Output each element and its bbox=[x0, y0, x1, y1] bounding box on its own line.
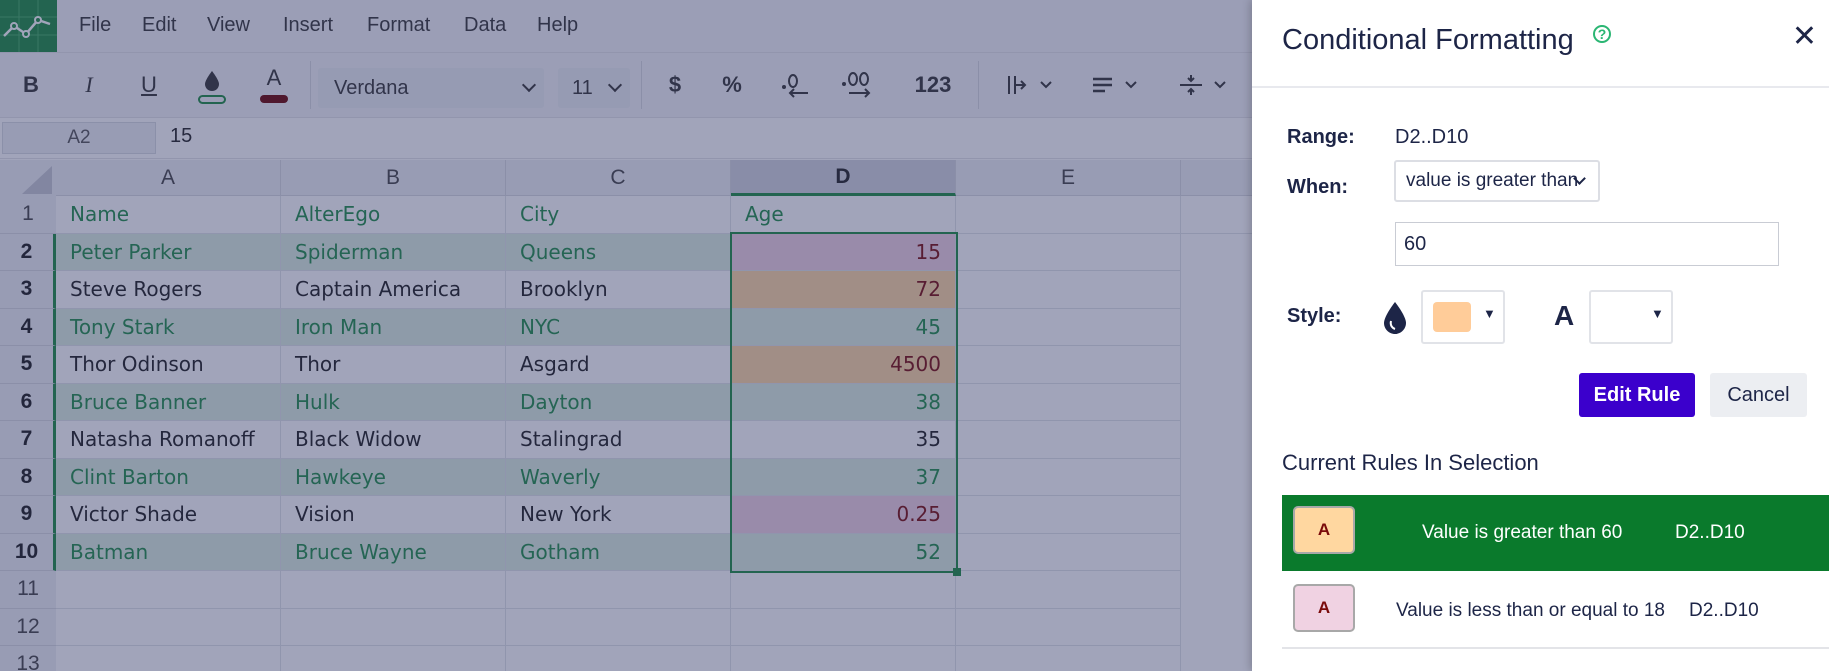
fill-color-picker[interactable]: ▼ bbox=[1421, 290, 1505, 344]
conditional-formatting-panel: Conditional Formatting ? ✕ Range: D2..D1… bbox=[1252, 0, 1829, 671]
current-rules-heading: Current Rules In Selection bbox=[1282, 450, 1539, 475]
fill-color-icon bbox=[1384, 302, 1406, 334]
condition-select-value: value is greater than bbox=[1406, 170, 1579, 191]
rule-range: D2..D10 bbox=[1675, 522, 1745, 543]
caret-down-icon: ▼ bbox=[1483, 306, 1496, 321]
text-color-swatch bbox=[1601, 302, 1639, 332]
close-icon[interactable]: ✕ bbox=[1792, 22, 1817, 52]
edit-rule-button[interactable]: Edit Rule bbox=[1579, 373, 1695, 417]
text-color-icon: A bbox=[1554, 300, 1575, 331]
panel-title: Conditional Formatting bbox=[1282, 24, 1574, 56]
rule-item-less-equal[interactable]: A Value is less than or equal to 18 D2..… bbox=[1282, 573, 1829, 649]
modal-backdrop[interactable] bbox=[0, 0, 1252, 671]
help-icon[interactable]: ? bbox=[1593, 25, 1611, 43]
range-label: Range: bbox=[1287, 126, 1355, 148]
fill-color-swatch bbox=[1433, 302, 1471, 332]
condition-value-input[interactable] bbox=[1395, 222, 1779, 266]
text-color-picker[interactable]: ▼ bbox=[1589, 290, 1673, 344]
rule-description: Value is less than or equal to 18 bbox=[1396, 600, 1665, 621]
caret-down-icon: ▼ bbox=[1651, 306, 1664, 321]
spreadsheet-app: File Edit View Insert Format Data Help B… bbox=[0, 0, 1252, 671]
style-label: Style: bbox=[1287, 305, 1342, 327]
rule-description: Value is greater than 60 bbox=[1422, 522, 1623, 543]
rule-range: D2..D10 bbox=[1689, 600, 1759, 621]
condition-select[interactable]: value is greater than bbox=[1394, 160, 1600, 202]
panel-divider bbox=[1252, 86, 1829, 88]
cancel-button[interactable]: Cancel bbox=[1710, 373, 1807, 417]
rule-item-greater-than[interactable]: A Value is greater than 60 D2..D10 bbox=[1282, 495, 1829, 571]
rule-style-badge: A bbox=[1293, 584, 1355, 632]
rule-style-badge: A bbox=[1293, 506, 1355, 554]
when-label: When: bbox=[1287, 176, 1349, 198]
range-value: D2..D10 bbox=[1395, 126, 1469, 148]
